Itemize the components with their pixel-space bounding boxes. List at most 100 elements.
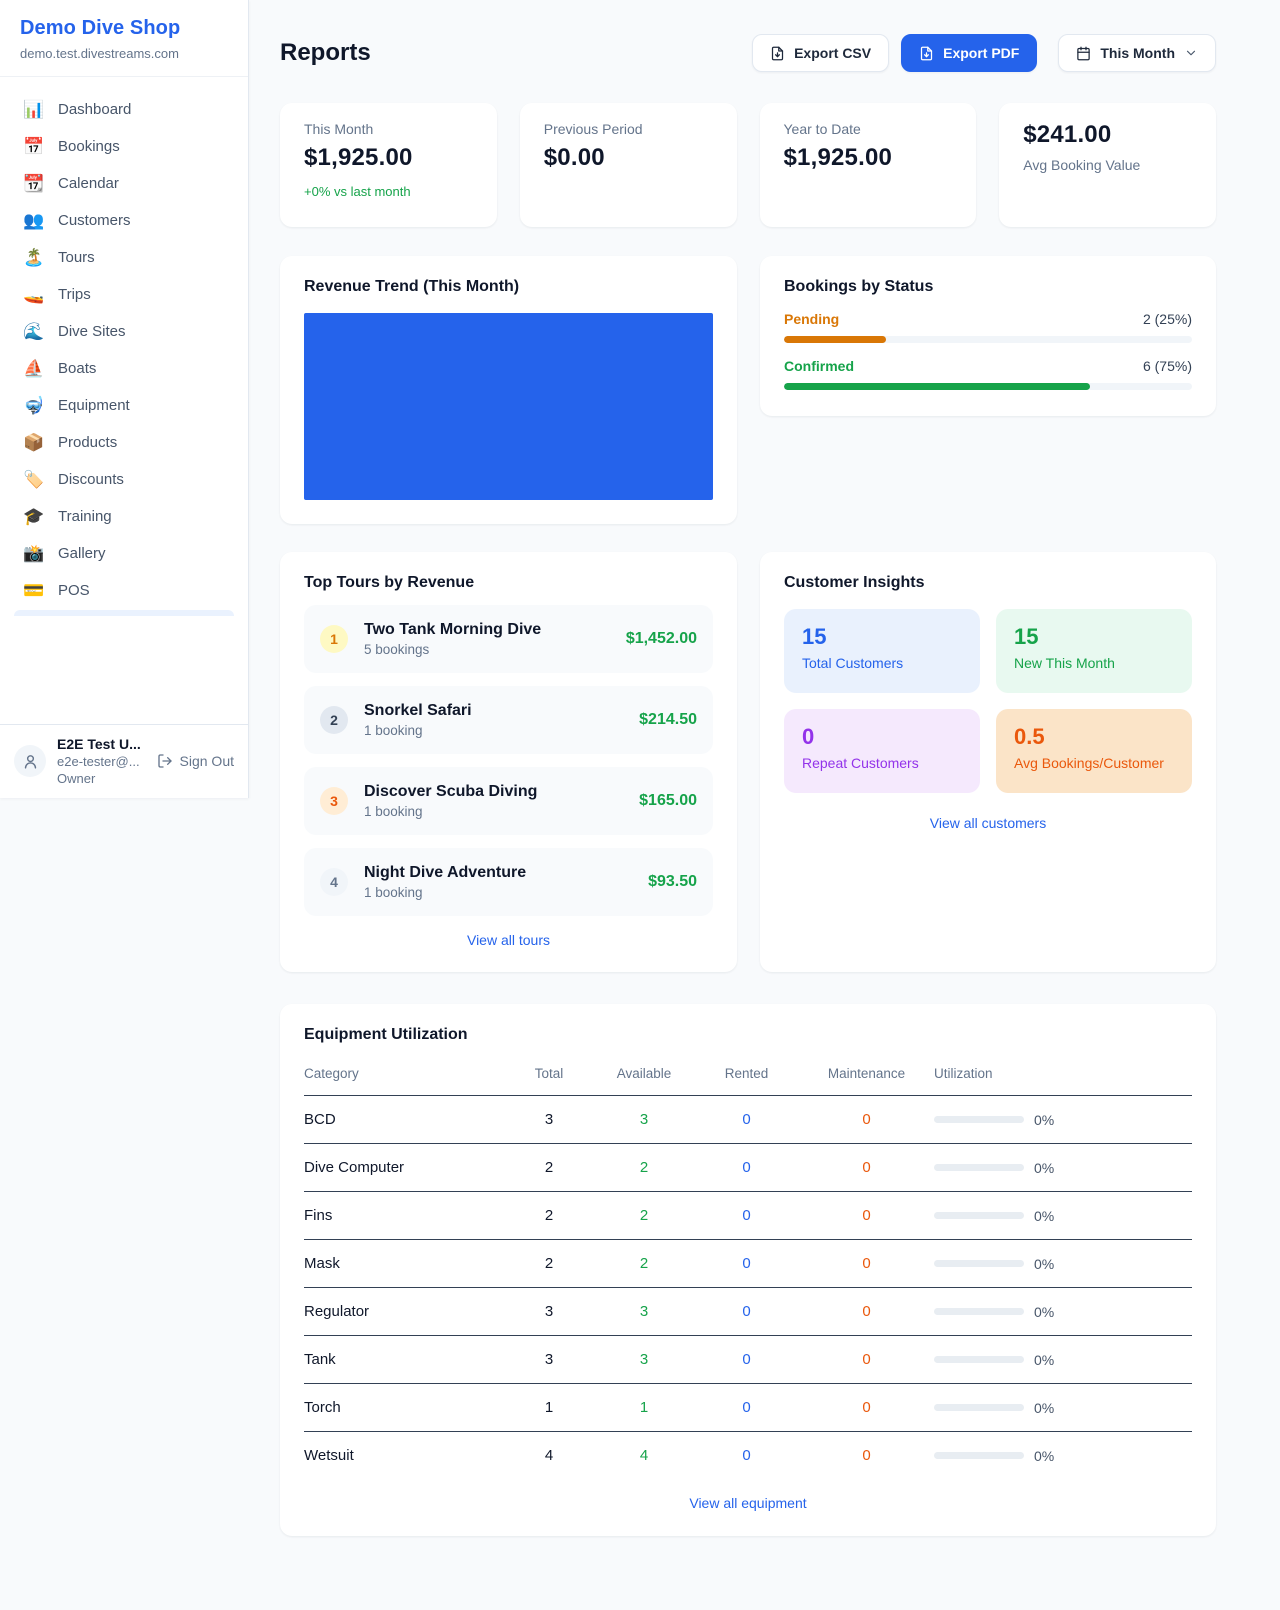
stat-label: Avg Booking Value — [1023, 157, 1192, 173]
export-csv-button[interactable]: Export CSV — [752, 34, 889, 72]
sidebar-item-bookings[interactable]: 📅 Bookings — [10, 128, 238, 165]
chevron-down-icon — [1184, 46, 1198, 60]
sidebar-item-boats[interactable]: ⛵ Boats — [10, 350, 238, 387]
sidebar-item-training[interactable]: 🎓 Training — [10, 498, 238, 535]
sidebar-item-discounts[interactable]: 🏷️ Discounts — [10, 461, 238, 498]
insight-label: Total Customers — [802, 655, 962, 671]
equipment-utilization-card: Equipment Utilization Category Total Ava… — [280, 1004, 1216, 1536]
equipment-available: 3 — [594, 1288, 694, 1336]
utilization-percent: 0% — [1034, 1400, 1054, 1416]
sidebar-item-label: Gallery — [58, 545, 106, 562]
user-email: e2e-tester@... — [57, 754, 141, 769]
equipment-category: Mask — [304, 1240, 504, 1288]
equipment-total: 3 — [504, 1288, 594, 1336]
brand-name[interactable]: Demo Dive Shop — [20, 17, 228, 40]
sidebar: Demo Dive Shop demo.test.divestreams.com… — [0, 0, 249, 798]
insight-value: 15 — [1014, 624, 1174, 650]
stat-delta: +0% vs last month — [304, 184, 473, 199]
page-header: Reports Export CSV Export PDF This Month — [280, 34, 1216, 72]
insight-label: Repeat Customers — [802, 755, 962, 771]
tag-icon: 🏷️ — [23, 471, 45, 488]
equipment-maintenance: 0 — [799, 1384, 934, 1432]
file-download-icon — [919, 46, 934, 61]
rank-badge: 2 — [320, 706, 348, 734]
table-row: Wetsuit 4 4 0 0 0% — [304, 1432, 1192, 1480]
status-label: Confirmed — [784, 358, 854, 374]
sidebar-item-label: Trips — [58, 286, 91, 303]
sidebar-item-products[interactable]: 📦 Products — [10, 424, 238, 461]
sailboat-icon: ⛵ — [23, 360, 45, 377]
utilization-track — [934, 1404, 1024, 1411]
bookings-by-status-card: Bookings by Status Pending 2 (25%) Confi… — [760, 256, 1216, 416]
customer-insights-title: Customer Insights — [784, 574, 1192, 592]
island-icon: 🏝️ — [23, 249, 45, 266]
sidebar-item-label: Dive Sites — [58, 323, 126, 340]
equipment-category: BCD — [304, 1096, 504, 1144]
sidebar-item-label: Boats — [58, 360, 96, 377]
person-icon — [22, 753, 39, 770]
sign-out-button[interactable]: Sign Out — [157, 753, 234, 769]
stat-value: $0.00 — [544, 144, 713, 172]
sidebar-item-dashboard[interactable]: 📊 Dashboard — [10, 91, 238, 128]
sidebar-item-gallery[interactable]: 📸 Gallery — [10, 535, 238, 572]
sidebar-item-trips[interactable]: 🚤 Trips — [10, 276, 238, 313]
insight-label: Avg Bookings/Customer — [1014, 755, 1174, 771]
utilization-track — [934, 1260, 1024, 1267]
sidebar-item-label: Dashboard — [58, 101, 131, 118]
status-count: 2 (25%) — [1143, 311, 1192, 327]
view-all-equipment-link[interactable]: View all equipment — [689, 1495, 806, 1511]
sidebar-item-pos[interactable]: 💳 POS — [10, 572, 238, 609]
tour-revenue: $1,452.00 — [626, 630, 697, 648]
sidebar-item-dive-sites[interactable]: 🌊 Dive Sites — [10, 313, 238, 350]
stat-label: Year to Date — [784, 121, 953, 137]
sidebar-item-label: Products — [58, 434, 117, 451]
equipment-rented: 0 — [694, 1432, 799, 1480]
revenue-trend-card: Revenue Trend (This Month) — [280, 256, 737, 524]
view-all-tours-link[interactable]: View all tours — [467, 932, 550, 948]
header-actions: Export CSV Export PDF This Month — [752, 34, 1216, 72]
sidebar-item-label: Equipment — [58, 397, 130, 414]
table-row: Dive Computer 2 2 0 0 0% — [304, 1144, 1192, 1192]
utilization-track — [934, 1164, 1024, 1171]
equipment-category: Torch — [304, 1384, 504, 1432]
status-label: Pending — [784, 311, 839, 327]
equipment-rented: 0 — [694, 1288, 799, 1336]
sidebar-item-equipment[interactable]: 🤿 Equipment — [10, 387, 238, 424]
top-tours-card: Top Tours by Revenue 1 Two Tank Morning … — [280, 552, 737, 972]
view-all-customers-link[interactable]: View all customers — [930, 815, 1046, 831]
bar-chart-icon: 📊 — [23, 101, 45, 118]
equipment-rented: 0 — [694, 1192, 799, 1240]
insight-value: 0.5 — [1014, 724, 1174, 750]
file-download-icon — [770, 46, 785, 61]
export-pdf-button[interactable]: Export PDF — [901, 34, 1037, 72]
sidebar-item-calendar[interactable]: 📆 Calendar — [10, 165, 238, 202]
equipment-maintenance: 0 — [799, 1240, 934, 1288]
equipment-category: Fins — [304, 1192, 504, 1240]
stat-card-this-month: This Month $1,925.00 +0% vs last month — [280, 103, 497, 227]
stat-label: Previous Period — [544, 121, 713, 137]
column-header-category: Category — [304, 1057, 504, 1096]
insight-value: 15 — [802, 624, 962, 650]
tour-name: Snorkel Safari — [364, 702, 472, 720]
progress-track — [784, 336, 1192, 343]
sidebar-item-customers[interactable]: 👥 Customers — [10, 202, 238, 239]
equipment-rented: 0 — [694, 1384, 799, 1432]
period-selector[interactable]: This Month — [1058, 34, 1216, 72]
stat-value: $1,925.00 — [304, 144, 473, 172]
progress-fill — [784, 336, 886, 343]
insight-tile-total-customers: 15 Total Customers — [784, 609, 980, 693]
equipment-rented: 0 — [694, 1240, 799, 1288]
package-icon: 📦 — [23, 434, 45, 451]
equipment-maintenance: 0 — [799, 1288, 934, 1336]
equipment-total: 4 — [504, 1432, 594, 1480]
equipment-maintenance: 0 — [799, 1096, 934, 1144]
sidebar-item-selected-partial[interactable] — [14, 610, 234, 616]
rank-badge: 1 — [320, 625, 348, 653]
utilization-percent: 0% — [1034, 1112, 1054, 1128]
sidebar-item-tours[interactable]: 🏝️ Tours — [10, 239, 238, 276]
progress-fill — [784, 383, 1090, 390]
equipment-total: 1 — [504, 1384, 594, 1432]
equipment-rented: 0 — [694, 1096, 799, 1144]
brand[interactable]: Demo Dive Shop demo.test.divestreams.com — [0, 0, 248, 77]
equipment-maintenance: 0 — [799, 1432, 934, 1480]
